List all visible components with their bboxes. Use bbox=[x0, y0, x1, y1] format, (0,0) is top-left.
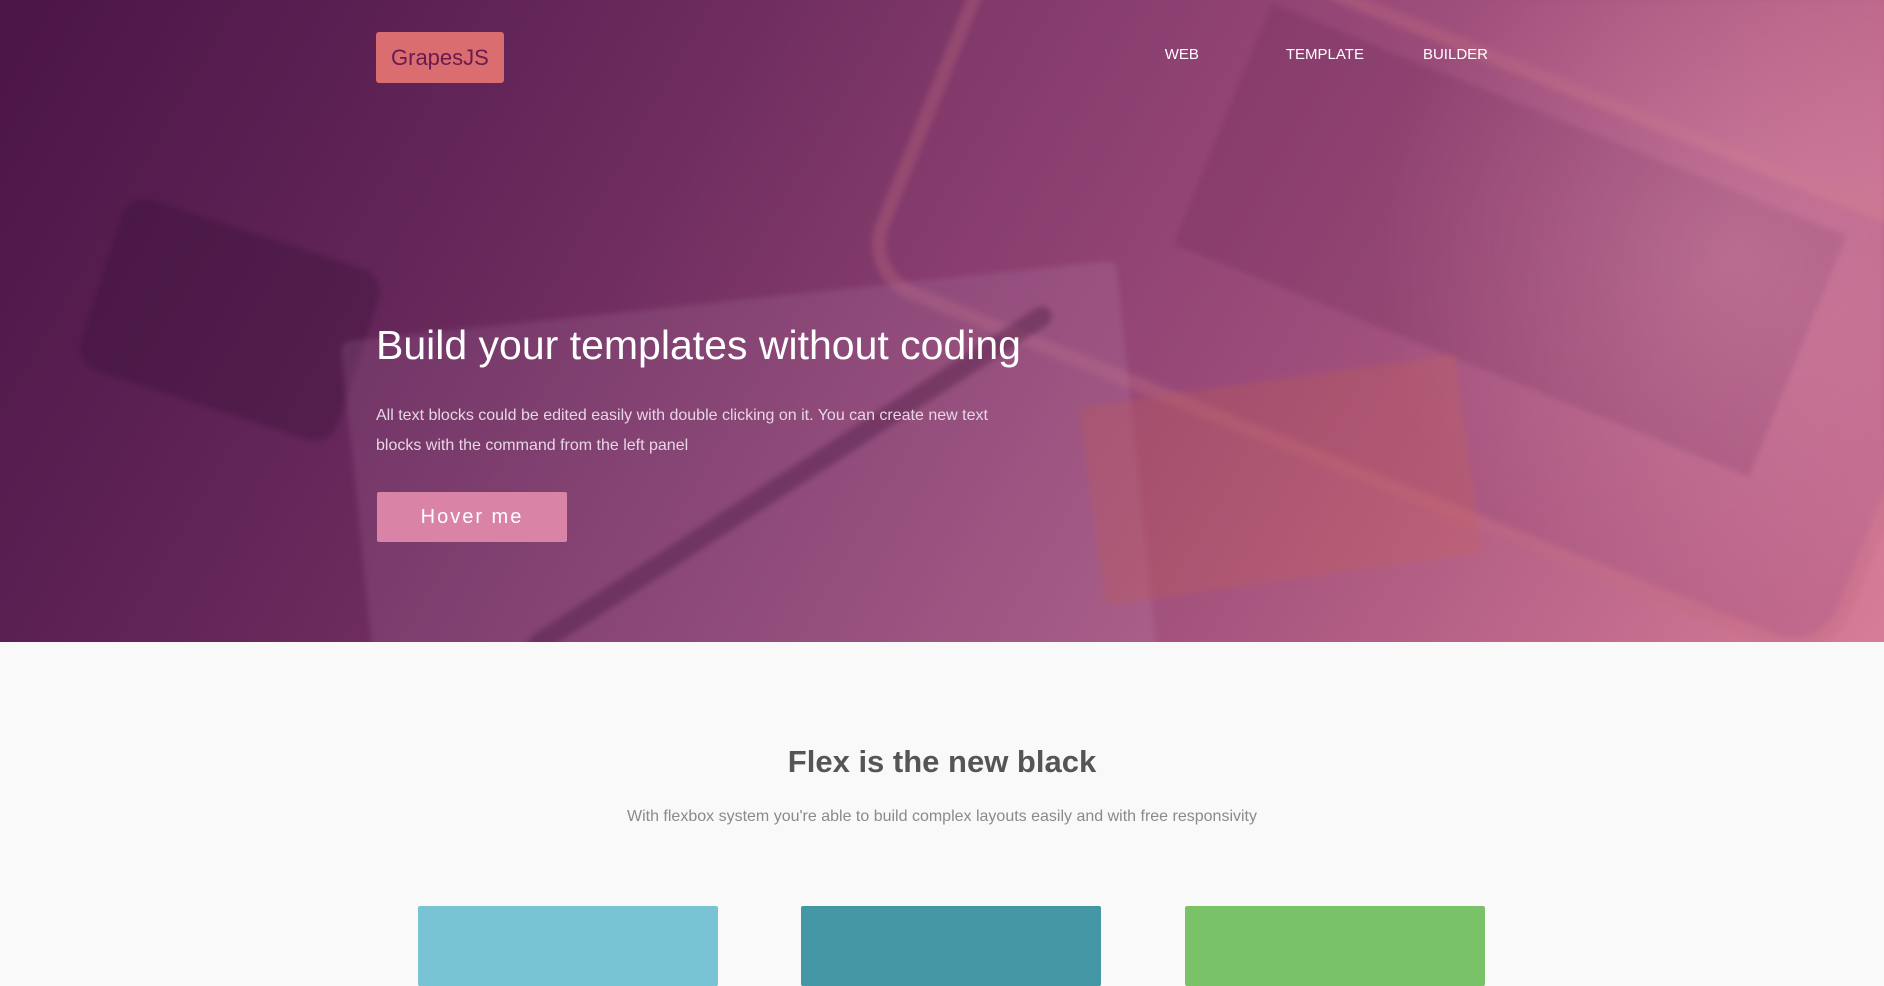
menu-item-web[interactable]: WEB bbox=[1157, 46, 1207, 63]
hero-container: GrapesJS WEB TEMPLATE BUILDER Build your… bbox=[376, 0, 1496, 642]
hover-me-button[interactable]: Hover me bbox=[377, 492, 567, 542]
flex-card-2[interactable] bbox=[801, 906, 1101, 986]
menu-item-template[interactable]: TEMPLATE bbox=[1278, 46, 1372, 63]
flex-card-1[interactable] bbox=[418, 906, 718, 986]
flex-section: Flex is the new black With flexbox syste… bbox=[0, 642, 1884, 986]
main-menu: WEB TEMPLATE BUILDER bbox=[1157, 46, 1496, 63]
hero-lead-text[interactable]: All text blocks could be edited easily w… bbox=[376, 401, 1016, 461]
hero-title[interactable]: Build your templates without coding bbox=[376, 322, 1021, 369]
logo[interactable]: GrapesJS bbox=[376, 32, 504, 83]
hero-section: GrapesJS WEB TEMPLATE BUILDER Build your… bbox=[0, 0, 1884, 642]
flex-section-description[interactable]: With flexbox system you're able to build… bbox=[0, 808, 1884, 826]
menu-item-builder[interactable]: BUILDER bbox=[1415, 46, 1496, 63]
flex-card-3[interactable] bbox=[1185, 906, 1485, 986]
flex-section-title[interactable]: Flex is the new black bbox=[0, 744, 1884, 780]
